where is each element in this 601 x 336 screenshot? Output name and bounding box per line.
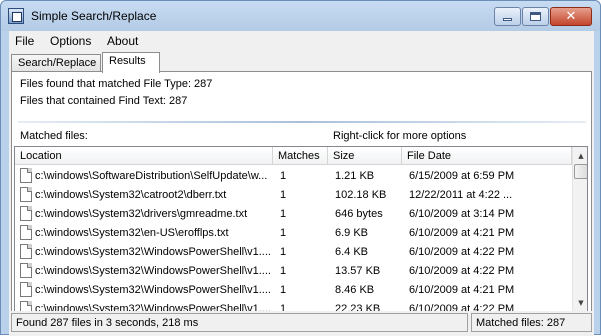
cell-size: 6.9 KB [335,227,369,239]
column-header-matches[interactable]: Matches [273,147,328,165]
table-row[interactable]: c:\windows\System32\catroot2\dberr.txt 1 1… [15,185,572,204]
cell-location: c:\windows\System32\WindowsPowerShell\v1… [35,246,271,258]
files-found-text: Files found that matched File Type: 287 [20,78,213,90]
right-click-hint: Right-click for more options [333,130,467,142]
cell-location: c:\windows\System32\catroot2\dberr.txt [35,189,227,201]
menu-file[interactable]: File [15,34,34,48]
file-icon [20,168,32,183]
table-row[interactable]: c:\windows\System32\WindowsPowerShell\v1… [15,261,572,280]
tab-search-replace[interactable]: Search/Replace [11,54,101,72]
status-summary: Found 287 files in 3 seconds, 218 ms [11,313,468,332]
menu-bar: File Options About [9,31,594,51]
cell-matches: 1 [280,227,287,239]
cell-size: 8.46 KB [335,284,375,296]
cell-matches: 1 [280,265,287,277]
column-header-file-date[interactable]: File Date [402,147,572,165]
cell-matches: 1 [280,246,287,258]
tab-strip: Search/Replace Results [9,52,594,73]
file-icon [20,187,32,202]
cell-file-date: 6/10/2009 at 4:22 PM [409,265,515,277]
cell-size: 6.4 KB [335,246,369,258]
matched-files-label: Matched files: [20,130,88,142]
cell-file-date: 6/10/2009 at 3:14 PM [409,208,515,220]
results-list[interactable]: Location Matches Size File Date c:\windo… [14,146,588,312]
cell-matches: 1 [280,284,287,296]
cell-location: c:\windows\System32\WindowsPowerShell\v1… [35,284,271,296]
maximize-icon [530,12,541,21]
list-header: Location Matches Size File Date [15,147,572,165]
title-bar[interactable]: Simple Search/Replace ✕ [1,1,600,31]
table-row[interactable]: c:\windows\System32\WindowsPowerShell\v1… [15,242,572,261]
scroll-up-icon[interactable]: ▲ [573,147,587,164]
minimize-icon [503,18,512,21]
menu-options[interactable]: Options [50,34,91,48]
maximize-button[interactable] [522,7,549,26]
cell-size: 1.21 KB [335,170,375,182]
cell-file-date: 12/22/2011 at 4:22 ... [409,189,513,201]
cell-matches: 1 [280,170,287,182]
client-area: File Options About Search/Replace Result… [9,31,594,336]
cell-location: c:\windows\System32\WindowsPowerShell\v1… [35,265,271,277]
file-icon [20,282,32,297]
close-icon: ✕ [565,9,577,24]
status-bar: Found 287 files in 3 seconds, 218 ms Mat… [9,311,594,336]
files-contained-text: Files that contained Find Text: 287 [20,95,188,107]
vertical-scrollbar[interactable]: ▲ ▼ [572,147,587,311]
file-icon [20,206,32,221]
file-icon [20,244,32,259]
cell-location: c:\windows\SoftwareDistribution\SelfUpda… [35,170,268,182]
app-icon [8,8,24,24]
cell-matches: 1 [280,189,287,201]
column-header-size[interactable]: Size [328,147,402,165]
app-window: Simple Search/Replace ✕ File Options Abo… [0,0,601,336]
file-icon [20,225,32,240]
minimize-button[interactable] [494,7,521,26]
cell-location: c:\windows\System32\drivers\gmreadme.txt [35,208,248,220]
menu-about[interactable]: About [107,34,138,48]
table-row[interactable]: c:\windows\System32\drivers\gmreadme.txt… [15,204,572,223]
file-icon [20,263,32,278]
cell-size: 646 bytes [335,208,383,220]
scroll-down-icon[interactable]: ▼ [573,294,587,311]
cell-file-date: 6/15/2009 at 6:59 PM [409,170,515,182]
cell-size: 13.57 KB [335,265,381,277]
table-row[interactable]: c:\windows\System32\en-US\erofflps.txt 1 6… [15,223,572,242]
cell-location: c:\windows\System32\en-US\erofflps.txt [35,227,229,239]
close-button[interactable]: ✕ [550,7,592,26]
status-matched-count: Matched files: 287 [471,313,592,332]
table-row[interactable]: c:\windows\System32\WindowsPowerShell\v1… [15,280,572,299]
scroll-thumb[interactable] [574,164,587,179]
tab-results[interactable]: Results [102,52,160,73]
cell-file-date: 6/10/2009 at 4:22 PM [409,246,515,258]
results-panel: Files found that matched File Type: 287 … [11,71,592,313]
cell-file-date: 6/10/2009 at 4:21 PM [409,284,515,296]
window-title: Simple Search/Replace [31,9,157,23]
cell-file-date: 6/10/2009 at 4:21 PM [409,227,515,239]
table-row[interactable]: c:\windows\SoftwareDistribution\SelfUpda… [15,166,572,185]
divider [18,121,586,123]
cell-size: 102.18 KB [335,189,387,201]
cell-matches: 1 [280,208,287,220]
column-header-location[interactable]: Location [15,147,273,165]
